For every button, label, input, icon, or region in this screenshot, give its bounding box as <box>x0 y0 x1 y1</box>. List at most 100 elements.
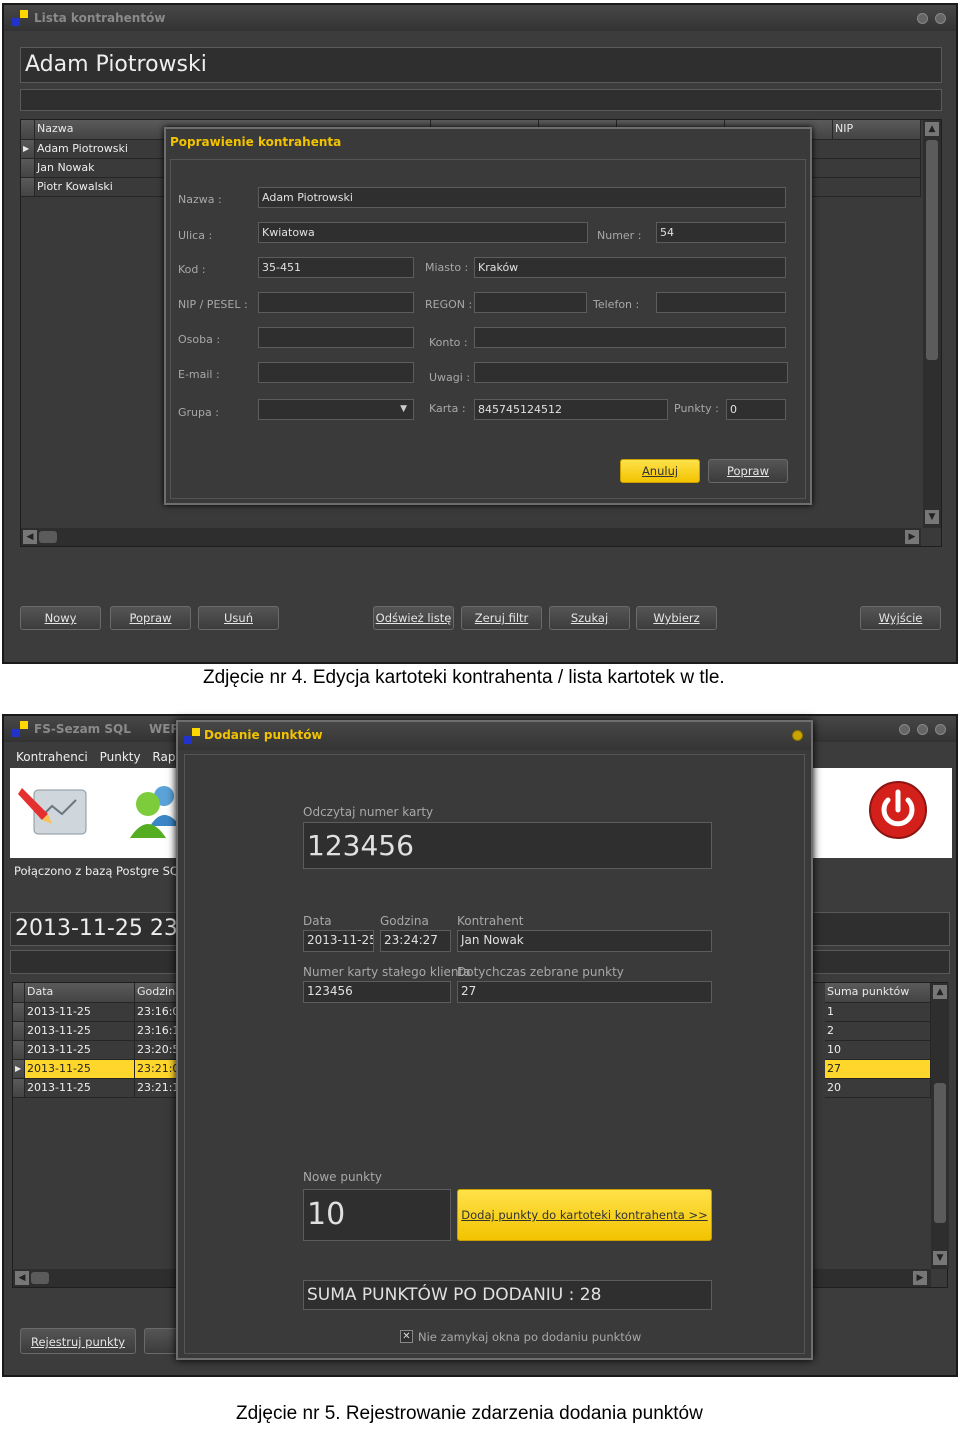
time-field[interactable]: 23:24:27 <box>380 930 451 952</box>
edit-button[interactable]: Popraw <box>110 606 191 630</box>
table-row-selected[interactable]: 2013-11-25 <box>25 1060 135 1079</box>
customer-header: Adam Piotrowski <box>20 47 942 83</box>
label-punkty: Punkty : <box>674 402 719 415</box>
table-row[interactable]: Piotr Kowalski <box>35 178 181 197</box>
date-label: Data <box>303 914 332 928</box>
regon-field[interactable] <box>474 292 587 313</box>
app-logo-icon <box>184 728 200 744</box>
contractors-icon[interactable] <box>18 778 92 844</box>
close-icon[interactable] <box>935 724 946 735</box>
maximize-icon[interactable] <box>917 724 928 735</box>
horizontal-scrollbar[interactable]: ◀ ▶ <box>21 528 921 546</box>
search-button[interactable]: Szukaj <box>549 606 630 630</box>
minimize-icon[interactable] <box>917 13 928 24</box>
table-cell[interactable]: 10 <box>825 1041 931 1060</box>
vertical-scrollbar[interactable]: ▲ ▼ <box>923 120 941 528</box>
nazwa-field[interactable]: Adam Piotrowski <box>258 187 786 208</box>
miasto-field[interactable]: Kraków <box>474 257 786 278</box>
time-label: Godzina <box>380 914 429 928</box>
app-logo-icon <box>12 721 28 737</box>
table-cell[interactable]: 1 <box>825 1003 931 1022</box>
window-title: FS-Sezam SQL <box>34 722 131 736</box>
numer-field[interactable]: 54 <box>656 222 786 243</box>
scroll-left-icon[interactable]: ◀ <box>23 530 37 544</box>
table-row[interactable]: 2013-11-25 <box>25 1079 135 1098</box>
osoba-field[interactable] <box>258 327 414 348</box>
power-icon[interactable] <box>868 780 928 840</box>
close-icon[interactable] <box>935 13 946 24</box>
caption-2: Zdjęcie nr 5. Rejestrowanie zdarzenia do… <box>236 1403 703 1424</box>
keep-open-label: Nie zamykaj okna po dodaniu punktów <box>418 1330 642 1344</box>
ulica-field[interactable]: Kwiatowa <box>258 222 588 243</box>
row-pointer-icon: ▶ <box>13 1060 25 1079</box>
column-header-suma[interactable]: Suma punktów <box>825 983 931 1003</box>
keep-open-checkbox[interactable]: ✕ <box>400 1330 413 1343</box>
vertical-scrollbar[interactable]: ▲ ▼ <box>931 983 949 1269</box>
new-button[interactable]: Nowy <box>20 606 101 630</box>
close-icon[interactable] <box>792 730 803 741</box>
loyalty-card-field[interactable]: 123456 <box>303 981 451 1003</box>
delete-button[interactable]: Usuń <box>198 606 279 630</box>
cancel-button[interactable]: Anuluj <box>620 459 700 483</box>
table-row[interactable]: Jan Nowak <box>35 159 181 178</box>
label-miasto: Miasto : <box>425 261 469 274</box>
minimize-icon[interactable] <box>899 724 910 735</box>
scroll-down-icon[interactable]: ▼ <box>933 1251 947 1265</box>
table-row[interactable]: 2013-11-25 <box>25 1003 135 1022</box>
table-row[interactable]: 2013-11-25 <box>25 1022 135 1041</box>
label-ulica: Ulica : <box>178 229 213 242</box>
scroll-up-icon[interactable]: ▲ <box>933 985 947 999</box>
contractor-field[interactable]: Jan Nowak <box>457 930 712 952</box>
scroll-up-icon[interactable]: ▲ <box>925 122 939 136</box>
collected-points-label: Dotychczas zebrane punkty <box>457 965 624 979</box>
new-points-field[interactable]: 10 <box>303 1189 451 1241</box>
label-grupa: Grupa : <box>178 406 219 419</box>
loyalty-card-label: Numer karty stałego klienta <box>303 965 471 979</box>
menu-kontrahenci[interactable]: Kontrahenci <box>16 750 88 764</box>
table-cell[interactable]: 2 <box>825 1022 931 1041</box>
column-header-data[interactable]: Data <box>25 983 135 1003</box>
scroll-right-icon[interactable]: ▶ <box>913 1271 927 1285</box>
add-points-button[interactable]: Dodaj punkty do kartoteki kontrahenta >> <box>457 1189 712 1241</box>
scroll-right-icon[interactable]: ▶ <box>905 530 919 544</box>
label-telefon: Telefon : <box>593 298 640 311</box>
filter-bar[interactable] <box>20 89 942 111</box>
table-row[interactable]: 2013-11-25 <box>25 1041 135 1060</box>
select-button[interactable]: Wybierz <box>636 606 717 630</box>
label-kod: Kod : <box>178 263 206 276</box>
contractors-window: Lista kontrahentów Adam Piotrowski Nazwa… <box>2 3 958 664</box>
table-cell[interactable]: 20 <box>825 1079 931 1098</box>
register-points-button[interactable]: Rejestruj punkty <box>20 1328 136 1354</box>
nip-field[interactable] <box>258 292 414 313</box>
exit-button[interactable]: Wyjście <box>860 606 941 630</box>
card-number-field[interactable]: 123456 <box>303 822 712 869</box>
app-logo-icon <box>12 10 28 26</box>
scroll-down-icon[interactable]: ▼ <box>925 510 939 524</box>
title-bar: Lista kontrahentów <box>4 5 956 31</box>
kod-field[interactable]: 35-451 <box>258 257 414 278</box>
label-nip: NIP / PESEL : <box>178 298 248 311</box>
submit-button[interactable]: Popraw <box>708 459 788 483</box>
uwagi-field[interactable] <box>474 362 788 383</box>
email-field[interactable] <box>258 362 414 383</box>
scroll-left-icon[interactable]: ◀ <box>15 1271 29 1285</box>
window-title: Lista kontrahentów <box>34 11 166 25</box>
add-points-dialog: Dodanie punktów Odczytaj numer karty 123… <box>176 720 813 1360</box>
table-row[interactable]: Adam Piotrowski <box>35 140 181 159</box>
telefon-field[interactable] <box>656 292 786 313</box>
date-field[interactable]: 2013-11-25 <box>303 930 374 952</box>
grupa-select[interactable]: ▼ <box>258 399 414 420</box>
label-karta: Karta : <box>429 402 466 415</box>
card-number-label: Odczytaj numer karty <box>303 805 434 819</box>
label-email: E-mail : <box>178 368 220 381</box>
table-cell[interactable]: 27 <box>825 1060 931 1079</box>
menu-punkty[interactable]: Punkty <box>100 750 141 764</box>
karta-field[interactable]: 845745124512 <box>474 399 668 420</box>
punkty-field[interactable]: 0 <box>726 399 786 420</box>
column-header-nip[interactable]: NIP <box>833 120 921 140</box>
konto-field[interactable] <box>474 327 786 348</box>
refresh-button[interactable]: Odśwież listę <box>373 606 454 630</box>
reset-filter-button[interactable]: Zeruj filtr <box>461 606 542 630</box>
collected-points-field[interactable]: 27 <box>457 981 712 1003</box>
label-nazwa: Nazwa : <box>178 193 222 206</box>
